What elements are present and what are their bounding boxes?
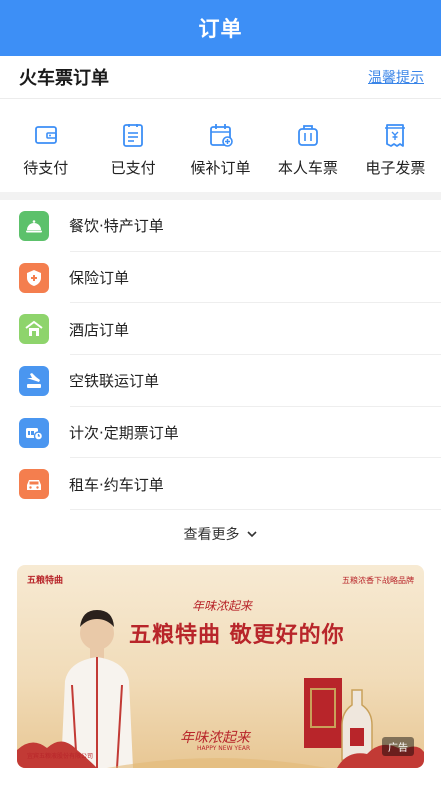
dining-bell-icon bbox=[19, 210, 49, 241]
list-item-label: 酒店订单 bbox=[69, 320, 130, 339]
banner-bottom-english: HAPPY NEW YEAR bbox=[197, 745, 251, 752]
tips-link[interactable]: 温馨提示 bbox=[368, 67, 424, 87]
banner-headline: 五粮特曲 敬更好的你 bbox=[129, 622, 345, 648]
banner-logo: 五粮特曲 bbox=[27, 576, 64, 586]
page-title: 订单 bbox=[198, 17, 243, 41]
car-icon bbox=[19, 469, 49, 500]
chevron-down-icon bbox=[246, 531, 257, 538]
view-more-button[interactable]: 查看更多 bbox=[0, 516, 441, 552]
tab-label: 电子发票 bbox=[365, 159, 426, 177]
ad-badge: 广告 bbox=[382, 737, 414, 756]
tab-my-tickets[interactable]: 本人车票 bbox=[264, 100, 351, 178]
ad-banner[interactable]: 五粮特曲 五粮浓香下战略品牌 年味浓起来 五粮特曲 敬更好的你 年味浓起来 HA… bbox=[17, 565, 424, 768]
list-item-label: 空铁联运订单 bbox=[69, 372, 160, 391]
banner-bottom-slogan: 年味浓起来 bbox=[180, 730, 250, 746]
luggage-icon bbox=[298, 125, 318, 146]
hotel-icon bbox=[19, 314, 49, 345]
banner-brand-tag: 五粮浓香下战略品牌 bbox=[342, 576, 414, 585]
list-item-label: 保险订单 bbox=[69, 269, 130, 288]
tab-label: 待支付 bbox=[23, 159, 69, 177]
wallet-icon bbox=[34, 126, 57, 144]
banner-subtitle: 年味浓起来 bbox=[192, 599, 253, 613]
tab-label: 候补订单 bbox=[190, 159, 251, 177]
calendar-plus-icon bbox=[209, 124, 233, 147]
banner-company: 宜宾五粮液股份有限公司 bbox=[27, 753, 94, 760]
list-item-periodic-ticket[interactable]: 计次·定期票订单 bbox=[0, 407, 441, 459]
tab-e-invoice[interactable]: 电子发票 bbox=[352, 100, 439, 178]
section-title: 火车票订单 bbox=[19, 68, 109, 89]
list-item-hotel[interactable]: 酒店订单 bbox=[0, 303, 441, 355]
train-ticket-tabs: 待支付 已支付 候补订单 本人车票 电子发票 bbox=[0, 100, 441, 192]
invoice-icon bbox=[385, 124, 406, 147]
list-item-label: 餐饮·特产订单 bbox=[69, 217, 164, 236]
receipt-icon bbox=[123, 124, 144, 147]
tab-label: 本人车票 bbox=[277, 159, 338, 177]
app-header: 订单 bbox=[0, 0, 441, 56]
list-item-insurance[interactable]: 保险订单 bbox=[0, 252, 441, 304]
plane-train-icon bbox=[19, 365, 49, 396]
tab-waitlist[interactable]: 候补订单 bbox=[177, 100, 264, 178]
list-item-label: 计次·定期票订单 bbox=[69, 424, 179, 443]
tab-label: 已支付 bbox=[110, 159, 156, 177]
list-item-label: 租车·约车订单 bbox=[69, 475, 164, 494]
shield-plus-icon bbox=[19, 262, 49, 293]
list-item-car-rental[interactable]: 租车·约车订单 bbox=[0, 458, 441, 510]
order-category-list: 餐饮·特产订单 保险订单 酒店订单 空铁联运订单 计次·定期票订单 租车·约车订… bbox=[0, 200, 441, 510]
view-more-label: 查看更多 bbox=[183, 527, 240, 543]
list-item-dining[interactable]: 餐饮·特产订单 bbox=[0, 200, 441, 252]
ticket-pass-icon bbox=[19, 417, 49, 448]
section-divider bbox=[0, 192, 441, 200]
tab-paid[interactable]: 已支付 bbox=[89, 100, 176, 178]
tab-pending-payment[interactable]: 待支付 bbox=[2, 100, 89, 178]
train-orders-header: 火车票订单 温馨提示 bbox=[0, 56, 441, 99]
list-item-air-rail[interactable]: 空铁联运订单 bbox=[0, 355, 441, 407]
